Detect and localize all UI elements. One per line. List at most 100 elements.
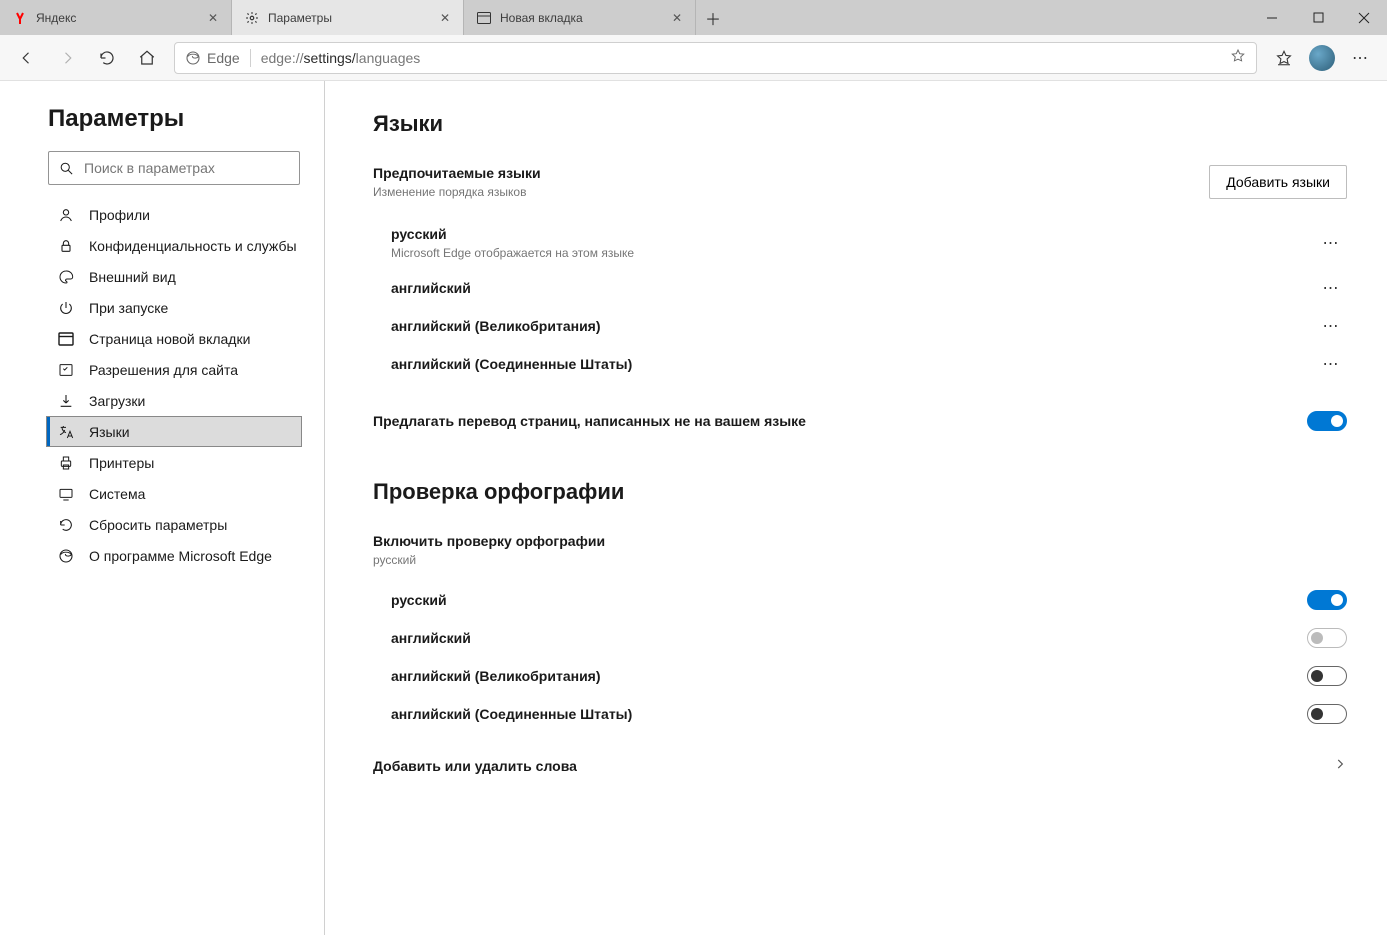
power-icon bbox=[57, 300, 75, 316]
newtab-icon bbox=[476, 10, 492, 26]
yandex-icon bbox=[12, 10, 28, 26]
edge-chip: Edge bbox=[185, 50, 240, 66]
close-icon[interactable]: ✕ bbox=[205, 10, 221, 26]
tab-yandex[interactable]: Яндекс ✕ bbox=[0, 0, 232, 35]
minimize-button[interactable] bbox=[1249, 0, 1295, 35]
language-name: английский (Великобритания) bbox=[391, 318, 601, 334]
language-item: английский ⋯ bbox=[391, 269, 1347, 307]
language-name: английский (Соединенные Штаты) bbox=[391, 356, 632, 372]
sidebar-item-label: При запуске bbox=[89, 300, 168, 316]
menu-button[interactable]: ⋯ bbox=[1341, 39, 1379, 77]
spell-lang-name: английский (Великобритания) bbox=[391, 668, 601, 684]
sidebar-item-site-permissions[interactable]: Разрешения для сайта bbox=[46, 354, 302, 385]
more-options-icon[interactable]: ⋯ bbox=[1315, 354, 1347, 374]
tab-title: Яндекс bbox=[36, 11, 205, 25]
palette-icon bbox=[57, 269, 75, 285]
permissions-icon bbox=[57, 362, 75, 378]
search-input[interactable] bbox=[84, 160, 289, 176]
search-icon bbox=[59, 161, 74, 176]
spell-lang-item: английский (Соединенные Штаты) bbox=[391, 695, 1347, 733]
new-tab-button[interactable]: ＋ bbox=[696, 0, 730, 35]
sidebar-item-printers[interactable]: Принтеры bbox=[46, 447, 302, 478]
preferred-languages-sub: Изменение порядка языков bbox=[373, 185, 541, 199]
sidebar-item-languages[interactable]: Языки bbox=[46, 416, 302, 447]
sidebar-item-profiles[interactable]: Профили bbox=[46, 199, 302, 230]
maximize-button[interactable] bbox=[1295, 0, 1341, 35]
tab-settings[interactable]: Параметры ✕ bbox=[232, 0, 464, 35]
add-languages-button[interactable]: Добавить языки bbox=[1209, 165, 1347, 199]
add-remove-words-label: Добавить или удалить слова bbox=[373, 758, 577, 774]
translate-toggle-row: Предлагать перевод страниц, написанных н… bbox=[373, 407, 1347, 451]
edge-chip-label: Edge bbox=[207, 50, 240, 66]
sidebar-item-privacy[interactable]: Конфиденциальность и службы bbox=[46, 230, 302, 261]
close-window-button[interactable] bbox=[1341, 0, 1387, 35]
more-options-icon[interactable]: ⋯ bbox=[1315, 233, 1347, 253]
sidebar-item-label: Страница новой вкладки bbox=[89, 331, 250, 347]
sidebar-item-label: Конфиденциальность и службы bbox=[89, 238, 297, 254]
language-note: Microsoft Edge отображается на этом язык… bbox=[391, 246, 634, 260]
lock-icon bbox=[57, 238, 75, 254]
add-remove-words-row[interactable]: Добавить или удалить слова bbox=[373, 757, 1347, 774]
settings-nav: Профили Конфиденциальность и службы Внеш… bbox=[46, 199, 300, 571]
more-options-icon[interactable]: ⋯ bbox=[1315, 278, 1347, 298]
tab-title: Новая вкладка bbox=[500, 11, 669, 25]
sidebar-item-reset[interactable]: Сбросить параметры bbox=[46, 509, 302, 540]
gear-icon bbox=[244, 10, 260, 26]
spellcheck-enable-sub: русский bbox=[373, 553, 1347, 567]
sidebar-item-about[interactable]: О программе Microsoft Edge bbox=[46, 540, 302, 571]
download-icon bbox=[57, 393, 75, 409]
spell-lang-item: английский (Великобритания) bbox=[391, 657, 1347, 695]
spell-lang-name: английский bbox=[391, 630, 471, 646]
sidebar-item-system[interactable]: Система bbox=[46, 478, 302, 509]
separator bbox=[250, 49, 251, 67]
home-button[interactable] bbox=[128, 39, 166, 77]
spell-lang-toggle[interactable] bbox=[1307, 704, 1347, 724]
chevron-right-icon bbox=[1333, 757, 1347, 774]
sidebar-item-label: Система bbox=[89, 486, 145, 502]
preferred-languages-heading: Предпочитаемые языки bbox=[373, 165, 541, 181]
close-icon[interactable]: ✕ bbox=[437, 10, 453, 26]
favorite-icon[interactable] bbox=[1230, 48, 1246, 67]
sidebar-item-appearance[interactable]: Внешний вид bbox=[46, 261, 302, 292]
spellcheck-enable-label: Включить проверку орфографии bbox=[373, 533, 1347, 549]
preferred-languages-list: русский Microsoft Edge отображается на э… bbox=[391, 217, 1347, 383]
spell-lang-name: русский bbox=[391, 592, 447, 608]
profile-avatar[interactable] bbox=[1309, 45, 1335, 71]
sidebar-item-startup[interactable]: При запуске bbox=[46, 292, 302, 323]
reset-icon bbox=[57, 517, 75, 533]
sidebar-title: Параметры bbox=[48, 105, 300, 133]
spell-lang-name: английский (Соединенные Штаты) bbox=[391, 706, 632, 722]
back-button[interactable] bbox=[8, 39, 46, 77]
translate-toggle[interactable] bbox=[1307, 411, 1347, 431]
titlebar: Яндекс ✕ Параметры ✕ Новая вкладка ✕ ＋ bbox=[0, 0, 1387, 35]
spell-lang-toggle[interactable] bbox=[1307, 666, 1347, 686]
tab-title: Параметры bbox=[268, 11, 437, 25]
spell-lang-item: русский bbox=[391, 581, 1347, 619]
close-icon[interactable]: ✕ bbox=[669, 10, 685, 26]
forward-button[interactable] bbox=[48, 39, 86, 77]
more-options-icon[interactable]: ⋯ bbox=[1315, 316, 1347, 336]
favorites-button[interactable] bbox=[1265, 39, 1303, 77]
settings-main: Языки Предпочитаемые языки Изменение пор… bbox=[325, 81, 1387, 935]
sidebar-item-label: Сбросить параметры bbox=[89, 517, 227, 533]
edge-icon bbox=[57, 548, 75, 564]
sidebar-item-downloads[interactable]: Загрузки bbox=[46, 385, 302, 416]
sidebar-item-newtabpage[interactable]: Страница новой вкладки bbox=[46, 323, 302, 354]
sidebar-item-label: Языки bbox=[89, 424, 130, 440]
refresh-button[interactable] bbox=[88, 39, 126, 77]
tab-newtab[interactable]: Новая вкладка ✕ bbox=[464, 0, 696, 35]
edge-icon bbox=[185, 50, 201, 66]
language-icon bbox=[57, 424, 75, 440]
person-icon bbox=[57, 207, 75, 223]
settings-search[interactable] bbox=[48, 151, 300, 185]
sidebar-item-label: Разрешения для сайта bbox=[89, 362, 238, 378]
sidebar-item-label: Принтеры bbox=[89, 455, 154, 471]
spell-lang-item: английский bbox=[391, 619, 1347, 657]
language-name: английский bbox=[391, 280, 471, 296]
language-item: английский (Соединенные Штаты) ⋯ bbox=[391, 345, 1347, 383]
sidebar-item-label: Внешний вид bbox=[89, 269, 176, 285]
sidebar-item-label: Загрузки bbox=[89, 393, 145, 409]
address-bar[interactable]: Edge edge://settings/languages bbox=[174, 42, 1257, 74]
settings-sidebar: Параметры Профили Конфиденциальность и с… bbox=[0, 81, 325, 935]
spell-lang-toggle[interactable] bbox=[1307, 590, 1347, 610]
